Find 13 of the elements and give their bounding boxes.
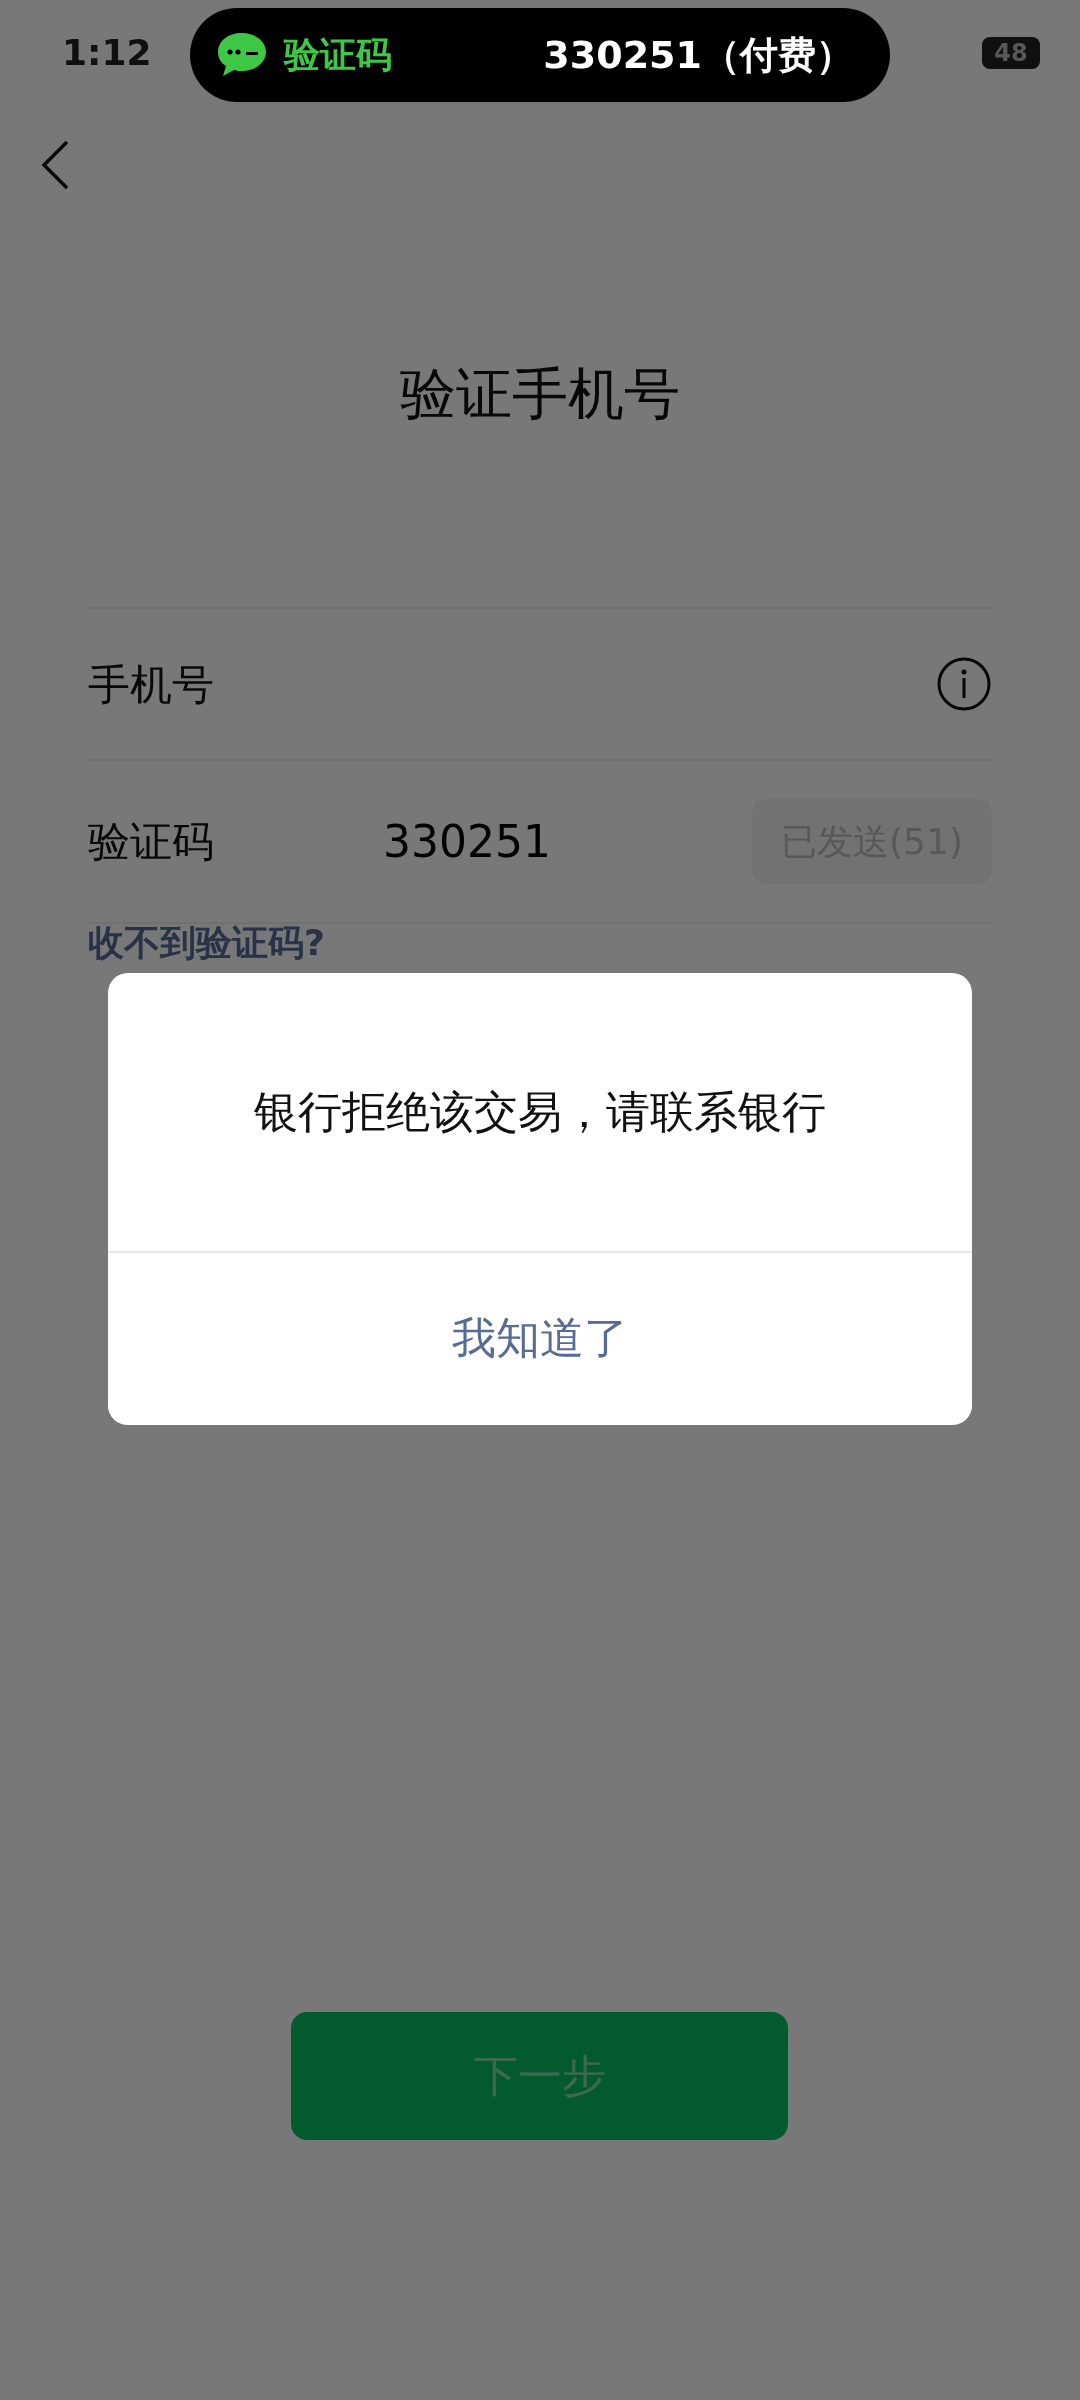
help-link[interactable]: 收不到验证码?	[88, 924, 325, 962]
field-label: 手机号	[88, 658, 215, 711]
notification-pill[interactable]: 验证码 330251（付费）	[190, 8, 890, 102]
dialog-message: 银行拒绝该交易，请联系银行	[254, 1085, 826, 1139]
notification-app: 验证码	[284, 33, 392, 77]
chat-bubble-icon	[216, 31, 268, 79]
field-label: 验证码	[88, 816, 215, 869]
page-title: 验证手机号	[399, 360, 681, 428]
info-icon[interactable]	[936, 656, 992, 713]
code-input-field[interactable]: 330251	[383, 808, 752, 875]
status-time: 1:12	[62, 30, 152, 75]
notification-text: 330251（付费）	[543, 31, 854, 79]
battery-icon: 48	[982, 36, 1040, 69]
